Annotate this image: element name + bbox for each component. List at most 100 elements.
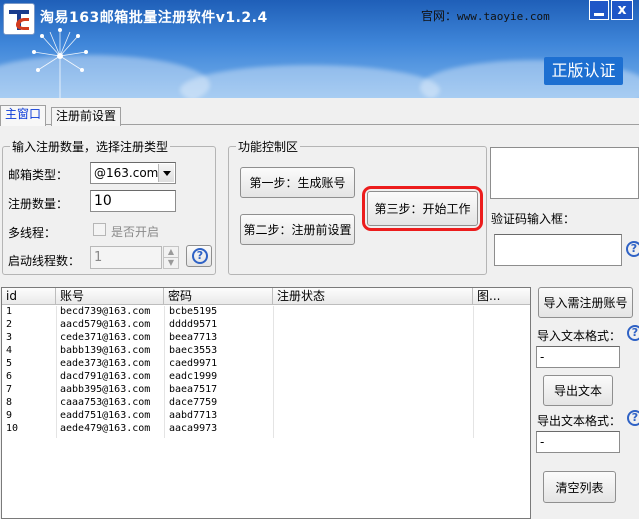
clear-list-label: 清空列表 bbox=[555, 480, 604, 495]
cell-password: beea7713 bbox=[169, 332, 218, 343]
question-icon: ? bbox=[626, 241, 639, 257]
import-format-help-button[interactable]: ? bbox=[627, 325, 639, 341]
cell-password: dddd9571 bbox=[169, 319, 218, 330]
chevron-down-icon[interactable] bbox=[158, 164, 174, 182]
cell-id: 1 bbox=[6, 306, 13, 317]
column-header-account[interactable]: 账号 bbox=[56, 288, 164, 305]
question-icon: ? bbox=[627, 325, 639, 341]
step2-pre-register-settings-button[interactable]: 第二步：注册前设置 bbox=[240, 214, 355, 245]
app-title: 淘易163邮箱批量注册软件v1.2.4 bbox=[40, 10, 268, 26]
cell-account: aabb395@163.com bbox=[60, 384, 151, 395]
import-accounts-button[interactable]: 导入需注册账号 bbox=[538, 287, 633, 318]
cell-password: baea7517 bbox=[169, 384, 218, 395]
tab-pre-register-settings[interactable]: 注册前设置 bbox=[51, 107, 122, 126]
website-link[interactable]: 官网：www.taoyie.com bbox=[421, 7, 550, 24]
cell-account: eade373@163.com bbox=[60, 358, 151, 369]
cell-id: 8 bbox=[6, 397, 13, 408]
website-url[interactable]: www.taoyie.com bbox=[457, 10, 550, 23]
cell-password: aaca9973 bbox=[169, 423, 218, 434]
captcha-image bbox=[490, 147, 639, 199]
highlight-outline bbox=[362, 186, 483, 231]
cell-id: 4 bbox=[6, 345, 13, 356]
cell-account: caaa753@163.com bbox=[60, 397, 151, 408]
export-format-input[interactable]: - bbox=[536, 431, 620, 453]
question-icon: ? bbox=[192, 248, 208, 264]
table-row[interactable]: 4 babb139@163.com baec3553 bbox=[2, 345, 530, 358]
cell-password: eadc1999 bbox=[169, 371, 218, 382]
column-header-status[interactable]: 注册状态 bbox=[273, 288, 473, 305]
cell-account: babb139@163.com bbox=[60, 345, 151, 356]
auth-badge[interactable]: 正版认证 bbox=[544, 57, 623, 85]
table-row[interactable]: 2 aacd579@163.com dddd9571 bbox=[2, 319, 530, 332]
multithread-checkbox-label: 是否开启 bbox=[111, 225, 160, 239]
captcha-help-button[interactable]: ? bbox=[626, 241, 639, 257]
cloud-decoration bbox=[180, 65, 440, 98]
tab-main-window[interactable]: 主窗口 bbox=[0, 105, 47, 126]
import-accounts-label: 导入需注册账号 bbox=[543, 296, 628, 310]
column-header-image[interactable]: 图... bbox=[473, 288, 530, 305]
step1-generate-accounts-button[interactable]: 第一步：生成账号 bbox=[240, 167, 355, 198]
cell-password: baec3553 bbox=[169, 345, 218, 356]
cell-id: 3 bbox=[6, 332, 13, 343]
mailbox-type-label: 邮箱类型： bbox=[8, 168, 69, 182]
step1-label: 第一步：生成账号 bbox=[249, 176, 346, 190]
app-logo-icon bbox=[3, 3, 35, 35]
step2-label: 第二步：注册前设置 bbox=[243, 223, 352, 237]
multithread-checkbox[interactable] bbox=[93, 223, 106, 236]
cell-password: bcbe5195 bbox=[169, 306, 218, 317]
cell-account: becd739@163.com bbox=[60, 306, 151, 317]
import-format-input[interactable]: - bbox=[536, 346, 620, 368]
table-row[interactable]: 7 aabb395@163.com baea7517 bbox=[2, 384, 530, 397]
thread-count-input[interactable]: 1 bbox=[90, 246, 162, 269]
cell-account: aede479@163.com bbox=[60, 423, 151, 434]
control-group-title: 功能控制区 bbox=[236, 138, 301, 155]
table-row[interactable]: 8 caaa753@163.com dace7759 bbox=[2, 397, 530, 410]
close-icon: x bbox=[617, 2, 627, 18]
table-row[interactable]: 3 cede371@163.com beea7713 bbox=[2, 332, 530, 345]
cell-id: 2 bbox=[6, 319, 13, 330]
cell-id: 5 bbox=[6, 358, 13, 369]
register-count-label: 注册数量： bbox=[8, 197, 69, 211]
captcha-label: 验证码输入框： bbox=[491, 212, 576, 226]
thread-help-button[interactable]: ? bbox=[186, 245, 212, 267]
import-format-label: 导入文本格式： bbox=[537, 329, 622, 343]
table-row[interactable]: 6 dacd791@163.com eadc1999 bbox=[2, 371, 530, 384]
cell-account: aacd579@163.com bbox=[60, 319, 151, 330]
cell-account: eadd751@163.com bbox=[60, 410, 151, 421]
multithread-label: 多线程： bbox=[8, 226, 57, 240]
cell-account: dacd791@163.com bbox=[60, 371, 151, 382]
title-banner: 淘易163邮箱批量注册软件v1.2.4 官网：www.taoyie.com x … bbox=[0, 0, 639, 98]
export-format-label: 导出文本格式： bbox=[537, 414, 622, 428]
table-header: id 账号 密码 注册状态 图... bbox=[2, 288, 530, 305]
cell-password: caed9971 bbox=[169, 358, 218, 369]
tab-bar: 主窗口 注册前设置 bbox=[0, 105, 639, 126]
accounts-table[interactable]: id 账号 密码 注册状态 图... 1 becd739@163.com bcbe5… bbox=[1, 287, 531, 519]
cell-password: aabd7713 bbox=[169, 410, 218, 421]
table-body: 1 becd739@163.com bcbe5195 2 aacd579@163.co… bbox=[2, 306, 530, 436]
cell-id: 9 bbox=[6, 410, 13, 421]
table-row[interactable]: 5 eade373@163.com caed9971 bbox=[2, 358, 530, 371]
export-text-label: 导出文本 bbox=[553, 384, 602, 398]
question-icon: ? bbox=[627, 410, 639, 426]
captcha-input[interactable] bbox=[494, 234, 622, 266]
export-text-button[interactable]: 导出文本 bbox=[543, 375, 613, 406]
input-group-title: 输入注册数量，选择注册类型 bbox=[10, 138, 171, 155]
column-header-id[interactable]: id bbox=[2, 288, 56, 305]
table-row[interactable]: 9 eadd751@163.com aabd7713 bbox=[2, 410, 530, 423]
register-count-input[interactable]: 10 bbox=[90, 190, 176, 212]
table-row[interactable]: 1 becd739@163.com bcbe5195 bbox=[2, 306, 530, 319]
website-label: 官网： bbox=[421, 9, 458, 23]
cell-password: dace7759 bbox=[169, 397, 218, 408]
close-button[interactable]: x bbox=[611, 0, 633, 20]
mailbox-type-value: @163.com bbox=[94, 166, 159, 180]
table-row[interactable]: 10 aede479@163.com aaca9973 bbox=[2, 423, 530, 436]
cell-id: 6 bbox=[6, 371, 13, 382]
column-header-password[interactable]: 密码 bbox=[164, 288, 273, 305]
spin-down-button[interactable]: ▼ bbox=[163, 257, 179, 269]
minimize-button[interactable] bbox=[589, 0, 609, 20]
cell-account: cede371@163.com bbox=[60, 332, 151, 343]
cell-id: 10 bbox=[6, 423, 19, 434]
clear-list-button[interactable]: 清空列表 bbox=[543, 471, 616, 503]
export-format-help-button[interactable]: ? bbox=[627, 410, 639, 426]
mailbox-type-select[interactable]: @163.com bbox=[90, 162, 176, 184]
